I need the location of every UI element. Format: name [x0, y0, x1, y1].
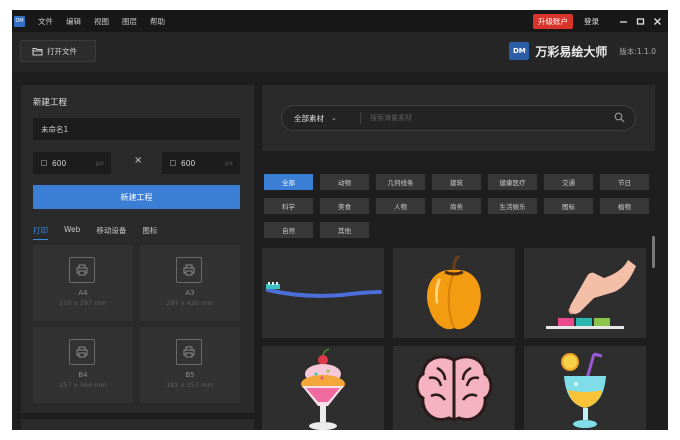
category-plants[interactable]: 植物 — [600, 198, 649, 214]
printer-icon — [176, 339, 202, 365]
menubar-right: 升级账户 登录 — [533, 10, 664, 32]
width-box-icon — [41, 160, 47, 166]
category-all[interactable]: 全部 — [264, 174, 313, 190]
height-field[interactable]: 600 px — [162, 152, 240, 174]
category-animals[interactable]: 动物 — [320, 174, 369, 190]
category-icons[interactable]: 图标 — [544, 198, 593, 214]
menu-help[interactable]: 帮助 — [150, 16, 165, 27]
menubar: DM 文件 编辑 视图 图层 帮助 升级账户 登录 — [12, 10, 668, 32]
category-lifestyle[interactable]: 生活娱乐 — [488, 198, 537, 214]
preset-size: 210 x 297 mm — [59, 299, 107, 307]
open-file-label: 打开文件 — [47, 46, 77, 56]
brain-icon — [415, 355, 493, 422]
preset-a4[interactable]: A4 210 x 297 mm — [33, 245, 133, 321]
printer-icon — [176, 257, 202, 283]
search-icon[interactable] — [614, 112, 625, 123]
tab-print[interactable]: 打印 — [33, 225, 48, 240]
preset-a3[interactable]: A3 297 x 420 mm — [140, 245, 240, 321]
hand-pressing-button-icon — [546, 260, 636, 329]
printer-icon — [69, 339, 95, 365]
height-unit: px — [225, 159, 233, 167]
search-bar: 全部素材 ⌄ — [281, 105, 636, 131]
create-project-button[interactable]: 新建工程 — [33, 185, 240, 209]
tab-web[interactable]: Web — [64, 225, 80, 240]
folder-icon — [32, 47, 43, 55]
size-tabs: 打印 Web 移动设备 图标 — [33, 225, 173, 240]
search-category-label: 全部素材 — [294, 113, 324, 123]
brand-logo-icon: DM — [509, 42, 530, 60]
category-nature[interactable]: 自然 — [264, 222, 313, 238]
brand-name: 万彩易绘大师 — [535, 44, 608, 59]
printer-icon — [69, 257, 95, 283]
asset-tile-toothbrush[interactable] — [262, 248, 384, 338]
ice-cream-sundae-icon — [301, 348, 345, 430]
menu-file[interactable]: 文件 — [38, 16, 53, 27]
new-project-panel: 新建工程 600 px × 600 px 新建工程 打印 Web 移动设备 图标… — [21, 85, 254, 413]
asset-scrollbar[interactable] — [652, 236, 655, 268]
category-other[interactable]: 其他 — [320, 222, 369, 238]
preset-name: B5 — [185, 371, 195, 379]
asset-library-panel: 全部素材 ⌄ 全部 动物 几何线条 建筑 健康医疗 交通 节日 科学 美食 人物… — [262, 85, 655, 430]
maximize-icon[interactable] — [633, 14, 647, 28]
preset-name: A4 — [78, 289, 88, 297]
minimize-icon[interactable] — [616, 14, 630, 28]
preset-size: 182 x 257 mm — [166, 381, 214, 389]
dimension-times: × — [134, 155, 143, 166]
asset-tile-brain[interactable] — [393, 346, 515, 430]
category-science[interactable]: 科学 — [264, 198, 313, 214]
preset-size: 297 x 420 mm — [166, 299, 214, 307]
open-file-button[interactable]: 打开文件 — [20, 40, 96, 62]
brand: DM 万彩易绘大师 版本:1.1.0 — [509, 42, 656, 60]
category-food[interactable]: 美食 — [320, 198, 369, 214]
category-geometry[interactable]: 几何线条 — [376, 174, 425, 190]
tab-icon[interactable]: 图标 — [142, 225, 157, 240]
preset-size: 257 x 364 mm — [59, 381, 107, 389]
project-name-input[interactable] — [33, 118, 240, 140]
width-field[interactable]: 600 px — [33, 152, 111, 174]
chevron-down-icon: ⌄ — [331, 114, 337, 122]
category-health[interactable]: 健康医疗 — [488, 174, 537, 190]
menu-layer[interactable]: 图层 — [122, 16, 137, 27]
preset-name: A3 — [185, 289, 195, 297]
search-category-dropdown[interactable]: 全部素材 ⌄ — [294, 106, 337, 130]
preset-name: B4 — [78, 371, 88, 379]
login-button[interactable]: 登录 — [584, 16, 599, 27]
new-project-title: 新建工程 — [33, 98, 68, 108]
category-business[interactable]: 商务 — [432, 198, 481, 214]
height-value: 600 — [181, 158, 196, 168]
tab-mobile[interactable]: 移动设备 — [96, 225, 126, 240]
search-input[interactable] — [370, 108, 610, 128]
search-area: 全部素材 ⌄ — [262, 85, 655, 151]
cocktail-drink-icon — [561, 352, 606, 428]
version-label: 版本:1.1.0 — [619, 46, 656, 56]
close-icon[interactable] — [650, 14, 664, 28]
toolbar: 打开文件 DM 万彩易绘大师 版本:1.1.0 — [12, 32, 668, 72]
app-logo-icon: DM — [14, 15, 25, 27]
preset-b5[interactable]: B5 182 x 257 mm — [140, 327, 240, 403]
category-architecture[interactable]: 建筑 — [432, 174, 481, 190]
preset-b4[interactable]: B4 257 x 364 mm — [33, 327, 133, 403]
asset-tile-ice-cream[interactable] — [262, 346, 384, 430]
search-divider — [360, 112, 361, 124]
width-unit: px — [96, 159, 104, 167]
asset-tile-hand-button[interactable] — [524, 248, 646, 338]
recent-projects-bar — [21, 419, 254, 430]
category-holidays[interactable]: 节日 — [600, 174, 649, 190]
menu-edit[interactable]: 编辑 — [66, 16, 81, 27]
category-people[interactable]: 人物 — [376, 198, 425, 214]
toothbrush-icon — [266, 282, 382, 298]
category-transport[interactable]: 交通 — [544, 174, 593, 190]
upgrade-account-button[interactable]: 升级账户 — [533, 13, 573, 29]
asset-tile-bell-pepper[interactable] — [393, 248, 515, 338]
app-window: DM 文件 编辑 视图 图层 帮助 升级账户 登录 打开文件 DM 万彩易绘大师… — [12, 10, 668, 430]
width-value: 600 — [52, 158, 67, 168]
bell-pepper-icon — [427, 254, 481, 330]
height-box-icon — [170, 160, 176, 166]
asset-tile-cocktail[interactable] — [524, 346, 646, 430]
menu-view[interactable]: 视图 — [94, 16, 109, 27]
